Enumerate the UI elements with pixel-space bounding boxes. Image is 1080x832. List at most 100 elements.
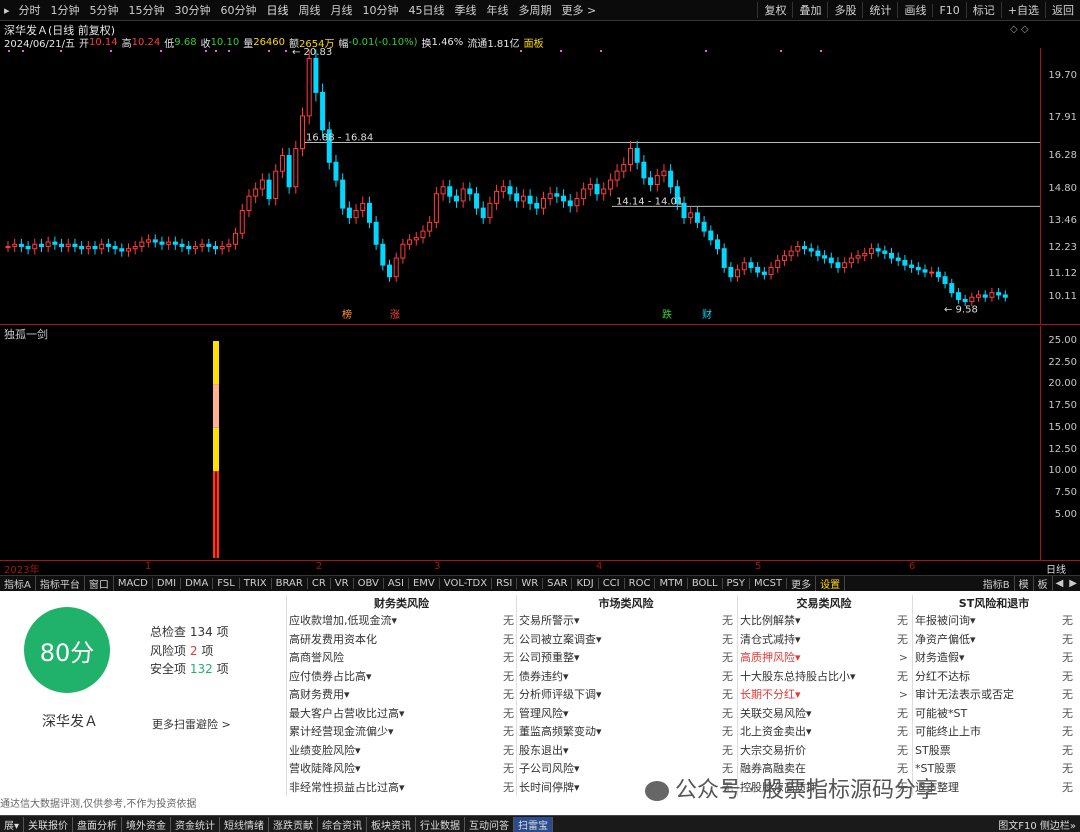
indicator-tab[interactable]: ROC <box>625 578 656 589</box>
period-tab[interactable]: 60分钟 <box>216 2 262 18</box>
indicator-tab[interactable]: MCST <box>750 578 788 589</box>
toolbar-button[interactable]: 返回 <box>1045 2 1080 18</box>
toolbar-button[interactable]: 复权 <box>757 2 792 18</box>
toolbar-button[interactable]: 叠加 <box>792 2 827 18</box>
statusbar-item[interactable]: 扫雷宝 <box>514 816 554 832</box>
risk-row[interactable]: 可能被*ST 无 <box>915 704 1073 723</box>
risk-row[interactable]: 北上资金卖出▾ 无 <box>740 722 908 741</box>
toolbar-button[interactable]: 标记 <box>965 2 1001 18</box>
risk-row[interactable]: 交易所警示▾ 无 <box>519 611 733 630</box>
indicator-chart[interactable] <box>0 326 1040 560</box>
statusbar-item[interactable]: 行业数据 <box>416 816 466 832</box>
toolbar-button[interactable]: 多股 <box>827 2 862 18</box>
statusbar-item[interactable]: 综合资讯 <box>318 816 368 832</box>
indicator-tab[interactable]: 更多 <box>787 576 817 591</box>
risk-row[interactable]: 应付债券占比高▾ 无 <box>289 667 514 686</box>
indicator-tab[interactable]: PSY <box>723 578 751 589</box>
statusbar-item[interactable]: 板块资讯 <box>367 816 417 832</box>
indicator-tab[interactable]: CR <box>308 578 331 589</box>
statusbar-item[interactable]: 资金统计 <box>171 816 221 832</box>
period-tab[interactable]: 15分钟 <box>124 2 170 18</box>
period-tab[interactable]: 月线 <box>326 2 358 18</box>
risk-row[interactable]: 可能终止上市 无 <box>915 722 1073 741</box>
period-tab[interactable]: 多周期 <box>514 2 557 18</box>
risk-row[interactable]: 高商誉风险 无 <box>289 648 514 667</box>
indicator-tab[interactable]: VR <box>331 578 354 589</box>
scroll-left-icon[interactable]: ◀ <box>1053 578 1067 589</box>
toolbar-button[interactable]: 画线 <box>897 2 932 18</box>
indicator-tab[interactable]: MTM <box>655 578 688 589</box>
risk-row[interactable]: 债券违约▾ 无 <box>519 667 733 686</box>
indicator-tab[interactable]: OBV <box>354 578 384 589</box>
period-tab[interactable]: 日线 <box>262 2 294 18</box>
risk-row[interactable]: 分红不达标 无 <box>915 667 1073 686</box>
risk-row[interactable]: 清仓式减持▾ 无 <box>740 630 908 649</box>
indicator-tab-right[interactable]: 板 <box>1034 576 1053 591</box>
statusbar-item[interactable]: 展▾ <box>0 816 25 832</box>
risk-row[interactable]: 董监高频繁变动▾ 无 <box>519 722 733 741</box>
statusbar-item[interactable]: 境外资金 <box>122 816 172 832</box>
risk-row[interactable]: 累计经营现金流偏少▾ 无 <box>289 722 514 741</box>
risk-row[interactable]: 业绩变脸风险▾ 无 <box>289 741 514 760</box>
indicator-tab[interactable]: KDJ <box>572 578 599 589</box>
risk-row[interactable]: 公司预重整▾ 无 <box>519 648 733 667</box>
risk-row[interactable]: 高质押风险▾ > <box>740 648 908 667</box>
risk-row[interactable]: 长期不分红▾ > <box>740 685 908 704</box>
toolbar-button[interactable]: F10 <box>932 3 965 17</box>
indicator-tab[interactable]: TRIX <box>240 578 272 589</box>
risk-row[interactable]: 公司被立案调查▾ 无 <box>519 630 733 649</box>
period-tab[interactable]: 年线 <box>482 2 514 18</box>
risk-row[interactable]: 退市整理无 <box>915 778 1073 797</box>
toolbar-button[interactable]: 统计 <box>862 2 897 18</box>
indicator-tab[interactable]: WR <box>517 578 544 589</box>
indicator-tab[interactable]: FSL <box>213 578 240 589</box>
risk-row[interactable]: 十大股东总持股占比小▾ 无 <box>740 667 908 686</box>
risk-row[interactable]: 净资产偏低▾ 无 <box>915 630 1073 649</box>
indicator-tab[interactable]: BOLL <box>688 578 723 589</box>
statusbar-right[interactable]: 图文F10 侧边栏» <box>994 817 1080 832</box>
indicator-tab[interactable]: BRAR <box>272 578 308 589</box>
statusbar-item[interactable]: 涨跌贡献 <box>269 816 319 832</box>
risk-row[interactable]: 财务造假▾ 无 <box>915 648 1073 667</box>
risk-row[interactable]: 大宗交易折价 无 <box>740 741 908 760</box>
risk-row[interactable]: ST股票 无 <box>915 741 1073 760</box>
scroll-right-icon[interactable]: ▶ <box>1066 578 1080 589</box>
toolbar-arrow-icon[interactable]: ▸ <box>0 4 14 17</box>
more-scan-link[interactable]: 更多扫雷避险 > <box>152 716 231 732</box>
risk-row[interactable]: 分析师评级下调▾ 无 <box>519 685 733 704</box>
risk-row[interactable]: 年报被问询▾ 无 <box>915 611 1073 630</box>
indicator-tab[interactable]: SAR <box>543 578 573 589</box>
indicator-tab[interactable]: DMA <box>181 578 214 589</box>
period-tab[interactable]: 季线 <box>450 2 482 18</box>
period-tab[interactable]: 更多 > <box>557 2 602 18</box>
statusbar-item[interactable]: 盘面分析 <box>73 816 123 832</box>
period-tab[interactable]: 30分钟 <box>170 2 216 18</box>
indicator-tab-right[interactable]: 模 <box>1015 576 1034 591</box>
risk-row[interactable]: 管理风险▾ 无 <box>519 704 733 723</box>
window-controls-icon[interactable]: ◇ ◇ <box>1010 24 1029 35</box>
indicator-tab[interactable]: ASI <box>384 578 409 589</box>
statusbar-item[interactable]: 互动问答 <box>465 816 515 832</box>
risk-row[interactable]: 应收款增加,低现金流▾ 无 <box>289 611 514 630</box>
risk-row[interactable]: 审计无法表示或否定 无 <box>915 685 1073 704</box>
period-tab[interactable]: 1分钟 <box>46 2 85 18</box>
risk-row[interactable]: *ST股票无 <box>915 759 1073 778</box>
risk-row[interactable]: 关联交易风险▾ 无 <box>740 704 908 723</box>
indicator-tab[interactable]: RSI <box>492 578 518 589</box>
risk-row[interactable]: 非经常性损益占比过高▾ 无 <box>289 778 514 797</box>
kline-chart[interactable]: ← 20.83 ← 9.58 16.88 - 16.84 14.14 - 14.01 榜… <box>0 48 1040 324</box>
risk-row[interactable]: 最大客户占营收比过高▾ 无 <box>289 704 514 723</box>
risk-row[interactable]: 大比例解禁▾ 无 <box>740 611 908 630</box>
risk-row[interactable]: 股东退出▾ 无 <box>519 741 733 760</box>
risk-row[interactable]: 营收陡降风险▾ 无 <box>289 759 514 778</box>
period-tab[interactable]: 周线 <box>294 2 326 18</box>
indicator-tab[interactable]: 设置 <box>816 576 846 591</box>
period-tab[interactable]: 5分钟 <box>85 2 124 18</box>
indicator-tab[interactable]: 指标平台 <box>36 576 85 591</box>
indicator-tab[interactable]: VOL-TDX <box>440 578 493 589</box>
toolbar-button[interactable]: +自选 <box>1000 2 1045 18</box>
statusbar-item[interactable]: 短线情绪 <box>220 816 270 832</box>
statusbar-item[interactable]: 关联报价 <box>24 816 74 832</box>
indicator-tab[interactable]: CCI <box>599 578 625 589</box>
period-tab[interactable]: 分时 <box>14 2 46 18</box>
